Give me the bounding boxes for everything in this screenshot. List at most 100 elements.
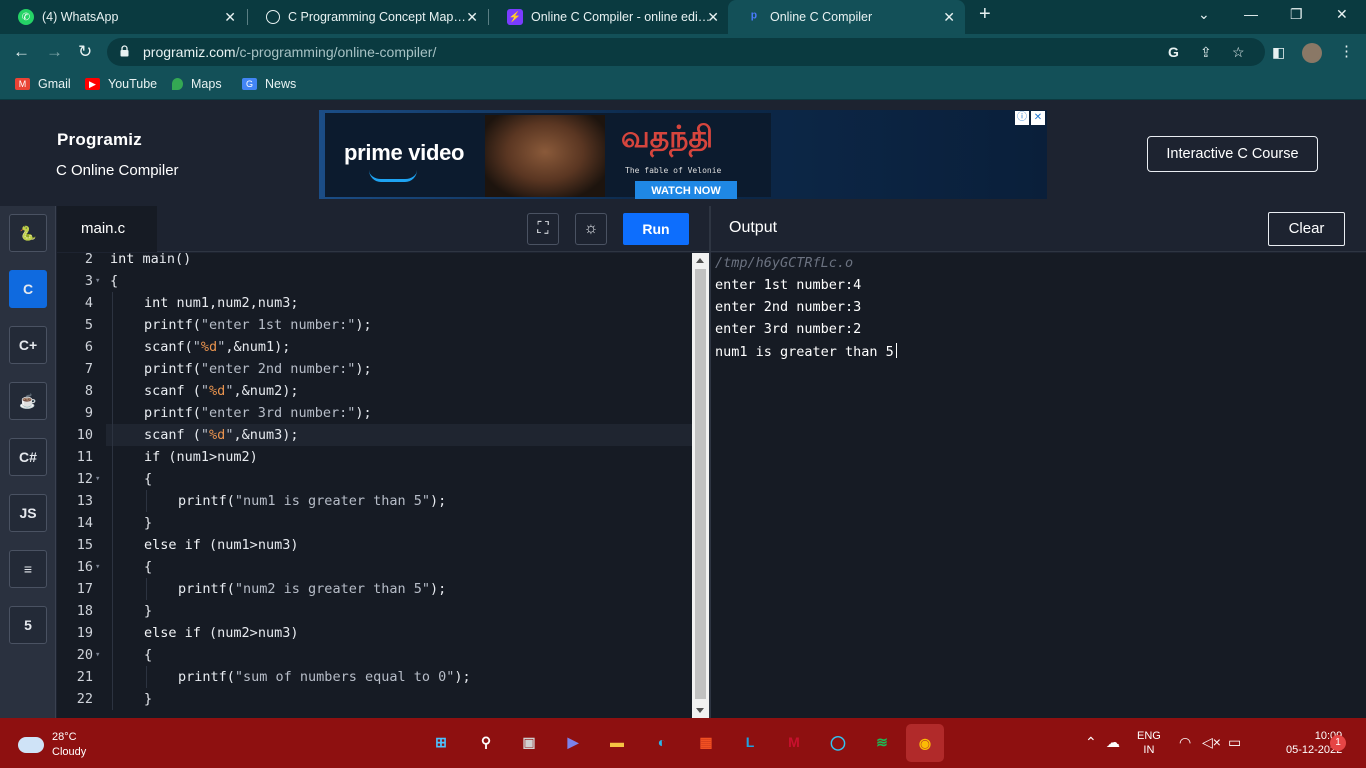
l-app-icon[interactable]: L [737, 729, 763, 755]
file-explorer-icon[interactable]: ▬ [604, 729, 630, 755]
cpp-lang-icon[interactable]: C+ [9, 326, 47, 364]
spotify-icon[interactable]: ≋ [869, 729, 895, 755]
code-line[interactable]: 16 ▾ { [57, 556, 692, 578]
scroll-down-arrow-icon[interactable] [696, 708, 704, 713]
onedrive-icon[interactable]: ☁ [1106, 734, 1120, 751]
fold-arrow-icon[interactable]: ▾ [95, 644, 100, 666]
scroll-up-arrow-icon[interactable] [696, 258, 704, 263]
code-line[interactable]: 22} [57, 688, 692, 710]
url-text[interactable]: programiz.com/c-programming/online-compi… [143, 44, 436, 60]
close-tab-icon[interactable]: ✕ [466, 9, 478, 26]
fold-arrow-icon[interactable]: ▾ [95, 468, 100, 490]
reload-icon[interactable]: ↻ [78, 42, 92, 62]
code-line[interactable]: 8 scanf ("%d",&num2); [57, 380, 692, 402]
forward-icon[interactable]: → [46, 42, 63, 62]
google-lens-icon[interactable]: G [1168, 44, 1179, 60]
code-line[interactable]: 15 else if (num1>num3) [57, 534, 692, 556]
start-icon[interactable]: ⊞ [428, 729, 454, 755]
code-line[interactable]: 10 scanf ("%d",&num3); [57, 424, 692, 446]
java-lang-icon[interactable]: ☕ [9, 382, 47, 420]
line-number: 5 [84, 317, 93, 333]
side-panel-icon[interactable]: ◧ [1272, 42, 1285, 62]
edge-icon[interactable]: ◐ [649, 729, 675, 755]
store-icon[interactable]: ▦ [693, 729, 719, 755]
code-line[interactable]: 21 printf("sum of numbers equal to 0"); [57, 666, 692, 688]
battery-icon[interactable]: ▭ [1228, 734, 1241, 751]
code-line[interactable]: 2 int main() [57, 253, 692, 270]
code-line[interactable]: 11 if (num1>num2) [57, 446, 692, 468]
notification-badge[interactable]: 1 [1330, 735, 1346, 751]
ad-close-icon[interactable]: ✕ [1031, 111, 1045, 125]
bookmark-youtube[interactable]: ▶ YouTube [85, 77, 157, 91]
input-language[interactable]: ENG IN [1137, 729, 1161, 757]
code-editor[interactable]: 2 int main() 3 ▾{4 int num1,num2,num3; 5 print… [57, 253, 692, 718]
bookmark-gmail[interactable]: M Gmail [15, 77, 71, 91]
code-line[interactable]: 13 printf("num1 is greater than 5"); [57, 490, 692, 512]
code-line[interactable]: 12 ▾ { [57, 468, 692, 490]
mcafee-icon[interactable]: M [781, 729, 807, 755]
menu-kebab-icon[interactable]: ⋮ [1339, 42, 1354, 62]
programiz-logo[interactable]: Programiz [57, 130, 142, 150]
address-bar[interactable]: programiz.com/c-programming/online-compi… [107, 38, 1265, 66]
search-icon[interactable]: ⚲ [473, 729, 499, 755]
csharp-lang-icon[interactable]: C# [9, 438, 47, 476]
code-line[interactable]: 6 scanf("%d",&num1); [57, 336, 692, 358]
scrollbar-thumb[interactable] [695, 269, 706, 699]
file-tab-main-c[interactable]: main.c [57, 206, 157, 252]
minimize-icon[interactable]: — [1244, 6, 1258, 22]
c-lang-icon[interactable]: C [9, 270, 47, 308]
ad-choices[interactable]: ⓘ ✕ [1015, 111, 1045, 125]
bookmark-news[interactable]: G News [242, 77, 296, 91]
wifi-icon[interactable]: ◠ [1179, 734, 1191, 751]
code-line[interactable]: 5 printf("enter 1st number:"); [57, 314, 692, 336]
browser-tab-concept-map[interactable]: C Programming Concept Map.pd ✕ [248, 0, 488, 34]
fold-arrow-icon[interactable]: ▾ [95, 270, 100, 292]
bookmark-star-icon[interactable]: ☆ [1232, 44, 1245, 61]
close-tab-icon[interactable]: ✕ [707, 9, 719, 26]
close-tab-icon[interactable]: ✕ [224, 9, 236, 26]
fullscreen-icon[interactable]: ⛶ [527, 213, 559, 245]
code-line[interactable]: 18} [57, 600, 692, 622]
code-line[interactable]: 3 ▾ { [57, 270, 692, 292]
close-window-icon[interactable]: ✕ [1336, 6, 1348, 23]
task-view-icon[interactable]: ▣ [516, 729, 542, 755]
browser-tab-online-editor[interactable]: ⚡ Online C Compiler - online editor ✕ [489, 0, 729, 34]
code-line[interactable]: 4 int num1,num2,num3; [57, 292, 692, 314]
chrome-icon[interactable]: ◉ [906, 724, 944, 762]
show-hidden-icons-chevron-icon[interactable]: ⌃ [1085, 734, 1097, 751]
teams-icon[interactable]: ▶ [560, 729, 586, 755]
bookmark-maps[interactable]: Maps [172, 77, 222, 91]
interactive-course-button[interactable]: Interactive C Course [1147, 136, 1318, 172]
restore-icon[interactable]: ❐ [1290, 6, 1303, 23]
close-tab-icon[interactable]: ✕ [943, 9, 955, 26]
profile-avatar[interactable] [1302, 43, 1322, 63]
python-lang-icon[interactable]: 🐍 [9, 214, 47, 252]
code-line[interactable]: 9 printf("enter 3rd number:"); [57, 402, 692, 424]
back-icon[interactable]: ← [13, 42, 30, 62]
code-line[interactable]: 7 printf("enter 2nd number:"); [57, 358, 692, 380]
advertisement-banner[interactable]: prime video வதந்தி The fable of Velonie … [319, 110, 1047, 199]
share-icon[interactable]: ⇪ [1200, 44, 1212, 61]
volume-muted-icon[interactable]: ◁× [1202, 734, 1221, 751]
code-line[interactable]: 14} [57, 512, 692, 534]
ad-info-icon[interactable]: ⓘ [1015, 111, 1029, 125]
output-console[interactable]: /tmp/h6yGCTRfLc.o enter 1st number:4 ent… [711, 253, 1366, 718]
weather-widget[interactable]: 28°C Cloudy [18, 730, 86, 760]
sql-lang-icon[interactable]: ≡ [9, 550, 47, 588]
alexa-icon[interactable]: ◯ [825, 729, 851, 755]
tab-search-icon[interactable]: ⌄ [1198, 6, 1210, 23]
clear-button[interactable]: Clear [1268, 212, 1345, 246]
ad-watch-now-button[interactable]: WATCH NOW [635, 181, 737, 199]
fold-arrow-icon[interactable]: ▾ [95, 556, 100, 578]
browser-tab-whatsapp[interactable]: ✆ (4) WhatsApp ✕ [0, 0, 246, 34]
code-line[interactable]: 20 ▾ { [57, 644, 692, 666]
javascript-lang-icon[interactable]: JS [9, 494, 47, 532]
new-tab-button[interactable]: + [979, 3, 991, 26]
theme-toggle-icon[interactable]: ☼ [575, 213, 607, 245]
browser-tab-programiz[interactable]: ᵖ Online C Compiler ✕ [728, 0, 965, 34]
html-lang-icon[interactable]: 5 [9, 606, 47, 644]
code-line[interactable]: 19 else if (num2>num3) [57, 622, 692, 644]
run-button[interactable]: Run [623, 213, 689, 245]
code-line[interactable]: 17 printf("num2 is greater than 5"); [57, 578, 692, 600]
editor-scrollbar[interactable] [692, 253, 709, 718]
